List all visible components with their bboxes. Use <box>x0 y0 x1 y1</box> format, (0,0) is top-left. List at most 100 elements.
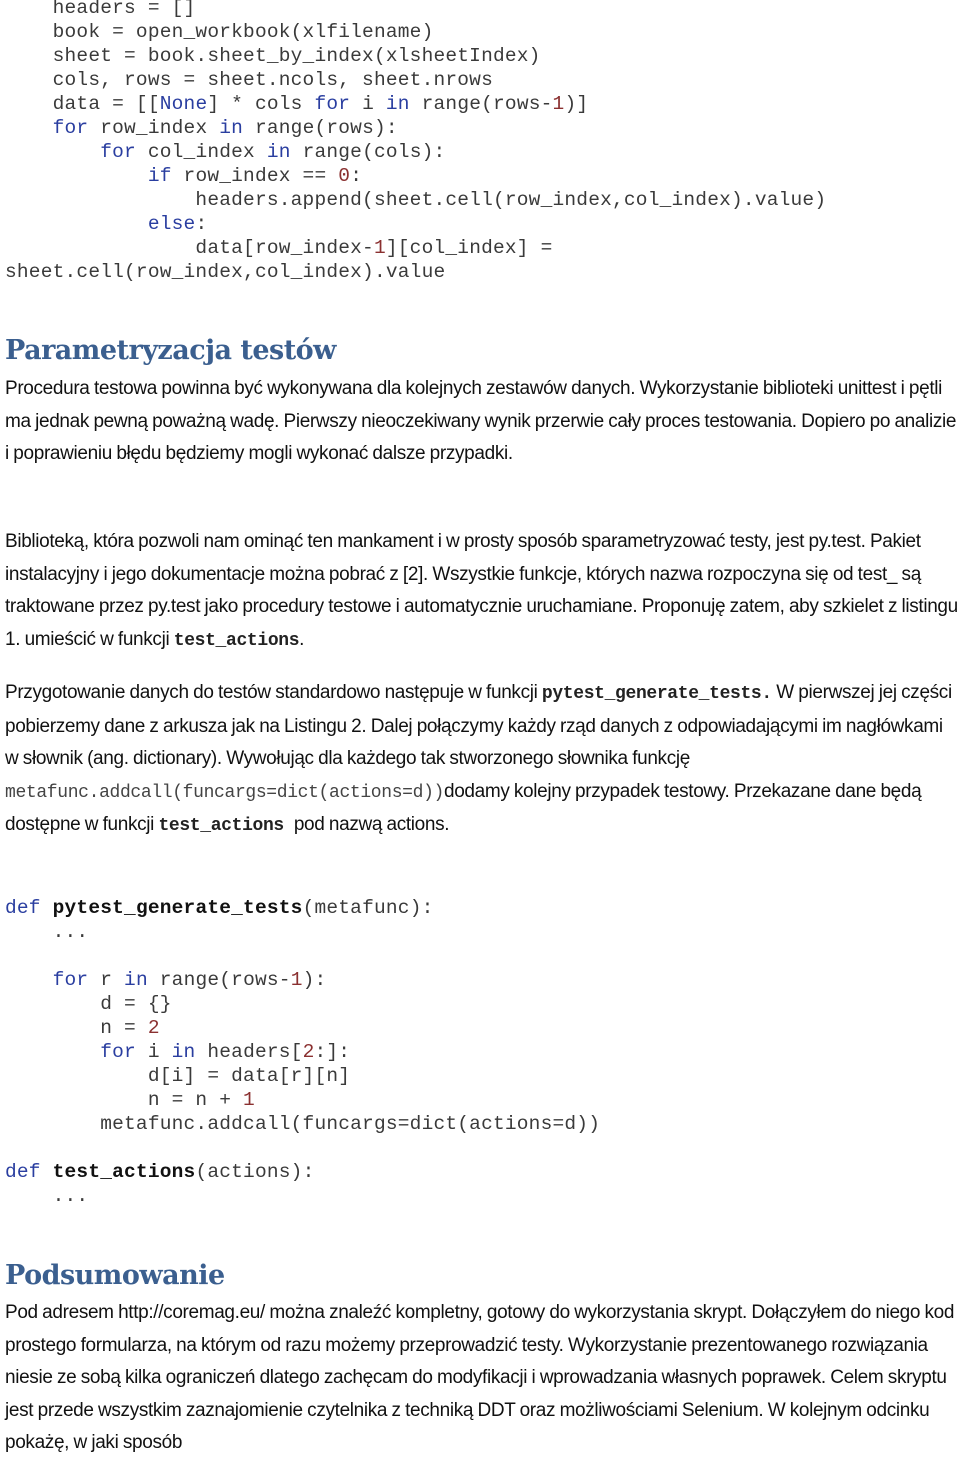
code-line: def test_actions(actions): <box>5 1160 600 1184</box>
code-keyword: in <box>171 1041 196 1063</box>
code-token: book = open_workbook(xlfilename) <box>5 21 434 43</box>
code-keyword: if <box>147 165 172 187</box>
code-line: headers.append(sheet.cell(row_index,col_… <box>5 188 826 212</box>
code-line: sheet = book.sheet_by_index(xlsheetIndex… <box>5 44 826 68</box>
code-token: col_index <box>135 141 267 163</box>
code-number: 1 <box>290 969 303 991</box>
code-line: n = n + 1 <box>5 1088 600 1112</box>
code-token: data[row_index- <box>5 237 374 259</box>
code-number: 2 <box>147 1017 160 1039</box>
code-token: (actions): <box>195 1161 315 1183</box>
code-line: ... <box>5 1184 600 1208</box>
code-token: d = {} <box>5 993 172 1015</box>
code-line: ... <box>5 920 600 944</box>
inline-code-metafunc-addcall: metafunc.addcall(funcargs=dict(actions=d… <box>5 782 444 803</box>
code-token: ... <box>5 921 89 943</box>
code-token: n = <box>5 1017 148 1039</box>
code-line: headers = [] <box>5 0 826 20</box>
code-listing-spreadsheet-read: headers = [] book = open_workbook(xlfile… <box>5 0 826 284</box>
code-number: 1 <box>243 1089 255 1111</box>
code-keyword: in <box>266 141 291 163</box>
code-number: 2 <box>302 1041 315 1063</box>
code-line: data[row_index-1][col_index] = <box>5 236 826 260</box>
code-line: book = open_workbook(xlfilename) <box>5 20 826 44</box>
code-keyword: in <box>385 93 410 115</box>
code-line: for r in range(rows-1): <box>5 968 600 992</box>
code-line: metafunc.addcall(funcargs=dict(actions=d… <box>5 1112 600 1136</box>
code-line: cols, rows = sheet.ncols, sheet.nrows <box>5 68 826 92</box>
paragraph-text: pod nazwą actions. <box>293 814 450 836</box>
code-keyword: for <box>52 117 89 139</box>
code-line: sheet.cell(row_index,col_index).value <box>5 260 826 284</box>
paragraph-end: . <box>299 628 305 650</box>
code-number: 1 <box>552 93 565 115</box>
code-keyword: def <box>5 1161 41 1183</box>
paragraph-test-procedure: Procedura testowa powinna być wykonywana… <box>5 378 957 465</box>
code-token: sheet.cell(row_index,col_index).value <box>5 261 446 283</box>
code-token: range(cols): <box>290 141 446 163</box>
code-line: for row_index in range(rows): <box>5 116 826 140</box>
code-token: r <box>88 969 125 991</box>
code-token: row_index == <box>171 165 339 187</box>
heading-parametrization: Parametryzacja testów <box>5 335 336 366</box>
code-line: data = [[None] * cols for i in range(row… <box>5 92 826 116</box>
inline-code-test-actions: test_actions <box>158 816 294 837</box>
inline-code-test-actions: test_actions <box>173 630 300 651</box>
code-token: i <box>350 93 386 115</box>
paragraph-summary: Pod adresem http://coremag.eu/ można zna… <box>5 1302 955 1454</box>
code-token: n = n + <box>5 1089 244 1111</box>
code-token: range(rows): <box>243 117 398 139</box>
code-token: )] <box>564 93 589 115</box>
code-token: row_index <box>88 117 220 139</box>
code-token: ... <box>5 1185 89 1207</box>
heading-summary: Podsumowanie <box>5 1260 225 1291</box>
code-keyword: for <box>100 1041 136 1063</box>
code-keyword: in <box>124 969 148 991</box>
code-token: range(rows- <box>147 969 291 991</box>
code-line: for col_index in range(cols): <box>5 140 826 164</box>
code-keyword: for <box>100 141 136 163</box>
code-keyword: for <box>52 969 89 991</box>
code-token: sheet = book.sheet_by_index(xlsheetIndex… <box>5 45 541 67</box>
code-token: d[i] = data[r][n] <box>5 1065 351 1087</box>
paragraph-text: Biblioteką, która pozwoli nam ominąć ten… <box>5 531 958 650</box>
code-line: def pytest_generate_tests(metafunc): <box>5 896 600 920</box>
code-listing-pytest-generate: def pytest_generate_tests(metafunc): ...… <box>5 896 600 1208</box>
code-token: ): <box>302 969 327 991</box>
code-keyword: else <box>147 213 196 235</box>
code-token: : <box>350 165 363 187</box>
code-function-name: test_actions <box>52 1161 196 1183</box>
code-token: range(rows- <box>409 93 553 115</box>
code-number: 0 <box>338 165 351 187</box>
code-number: 1 <box>373 237 386 259</box>
code-line: d = {} <box>5 992 600 1016</box>
code-line: d[i] = data[r][n] <box>5 1064 600 1088</box>
paragraph-text: Przygotowanie danych do testów standardo… <box>5 682 542 703</box>
code-line: n = 2 <box>5 1016 600 1040</box>
code-token: :]: <box>314 1041 351 1063</box>
code-token: cols, rows = sheet.ncols, sheet.nrows <box>5 69 493 91</box>
code-line: if row_index == 0: <box>5 164 826 188</box>
code-token: (metafunc): <box>302 897 434 919</box>
code-keyword: None <box>159 93 208 115</box>
code-keyword: for <box>314 93 351 115</box>
code-token: headers = [] <box>5 0 196 19</box>
code-token: headers[ <box>195 1041 303 1063</box>
inline-code-pytest-generate-tests: pytest_generate_tests. <box>541 684 772 704</box>
code-line: else: <box>5 212 826 236</box>
code-token: ] * cols <box>207 93 315 115</box>
code-token: metafunc.addcall(funcargs=dict(actions=d… <box>5 1113 601 1135</box>
code-token: headers.append(sheet.cell(row_index,col_… <box>5 189 827 211</box>
code-token: ][col_index] = <box>385 237 553 259</box>
code-token: data = [[ <box>5 93 160 115</box>
